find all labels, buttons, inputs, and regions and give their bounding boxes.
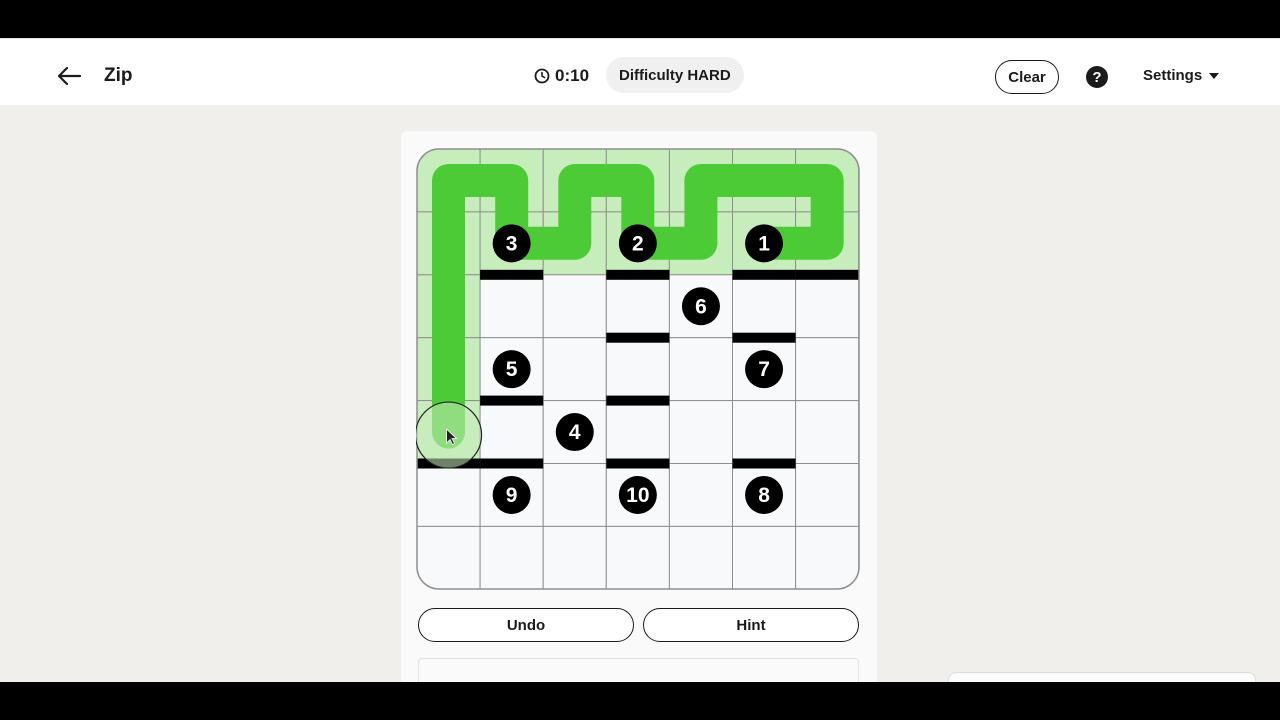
wall-segment bbox=[732, 332, 796, 343]
board-cell[interactable] bbox=[605, 337, 670, 402]
board-cell[interactable] bbox=[795, 400, 859, 465]
board-cell[interactable] bbox=[605, 400, 670, 465]
board-cell[interactable] bbox=[668, 400, 733, 465]
app-title: Zip bbox=[104, 65, 133, 86]
corner-widget bbox=[948, 672, 1256, 682]
board-cell[interactable] bbox=[732, 274, 797, 339]
wall-segment bbox=[606, 395, 670, 406]
timer: 0:10 bbox=[534, 66, 589, 86]
board-cell[interactable] bbox=[542, 525, 607, 589]
number-label: 3 bbox=[506, 232, 518, 255]
board-cell[interactable] bbox=[542, 463, 607, 527]
board-cell[interactable] bbox=[795, 463, 859, 527]
top-letterbox bbox=[0, 0, 1280, 38]
wall-segment bbox=[606, 458, 670, 469]
number-label: 9 bbox=[506, 484, 518, 507]
timer-value: 0:10 bbox=[555, 66, 590, 85]
board-cell[interactable] bbox=[795, 337, 859, 402]
wall-segment bbox=[732, 458, 796, 469]
settings-label: Settings bbox=[1143, 67, 1203, 84]
number-label: 8 bbox=[758, 484, 770, 507]
header-bar: Zip 0:10 Difficulty HARD Clear ? Setting… bbox=[0, 38, 1280, 105]
hint-button[interactable]: Hint bbox=[643, 608, 859, 642]
clock-icon bbox=[534, 68, 550, 84]
help-icon[interactable]: ? bbox=[1086, 66, 1108, 88]
page: Zip 0:10 Difficulty HARD Clear ? Setting… bbox=[0, 38, 1280, 682]
number-label: 5 bbox=[506, 358, 518, 381]
wall-segment bbox=[732, 269, 796, 280]
wall-segment bbox=[606, 332, 670, 343]
difficulty-badge: Difficulty HARD bbox=[606, 57, 744, 93]
board-cell[interactable] bbox=[795, 525, 859, 589]
undo-button[interactable]: Undo bbox=[418, 608, 634, 642]
board-cell[interactable] bbox=[542, 274, 607, 339]
number-label: 6 bbox=[695, 295, 707, 318]
number-label: 4 bbox=[569, 421, 581, 444]
number-label: 10 bbox=[626, 484, 649, 507]
board-cell[interactable] bbox=[732, 400, 797, 465]
board-cell[interactable] bbox=[417, 463, 481, 527]
number-label: 7 bbox=[758, 358, 770, 381]
board-cell[interactable] bbox=[668, 463, 733, 527]
wall-segment bbox=[480, 395, 544, 406]
settings-button[interactable]: Settings bbox=[1143, 67, 1220, 84]
board-cell[interactable] bbox=[732, 525, 797, 589]
puzzle-board[interactable]: 1 2 3 4 5 6 7 8 9 10 bbox=[416, 148, 860, 590]
board-cell[interactable] bbox=[605, 525, 670, 589]
arrow-left-icon bbox=[57, 66, 82, 86]
board-cell[interactable] bbox=[479, 274, 544, 339]
below-board-panel bbox=[418, 658, 859, 682]
number-label: 1 bbox=[758, 232, 770, 255]
board-cell[interactable] bbox=[542, 337, 607, 402]
board-cell[interactable] bbox=[668, 525, 733, 589]
board-cell[interactable] bbox=[479, 400, 544, 465]
wall-segment bbox=[480, 458, 544, 469]
board-cell[interactable] bbox=[668, 337, 733, 402]
board-cell[interactable] bbox=[417, 525, 481, 589]
caret-down-icon bbox=[1209, 72, 1220, 79]
board-cell[interactable] bbox=[605, 274, 670, 339]
board-cell[interactable] bbox=[795, 274, 859, 339]
wall-segment bbox=[480, 269, 544, 280]
bottom-letterbox bbox=[0, 682, 1280, 720]
wall-segment bbox=[606, 269, 670, 280]
back-button[interactable] bbox=[54, 61, 84, 91]
number-label: 2 bbox=[632, 232, 644, 255]
clear-button[interactable]: Clear bbox=[995, 60, 1059, 94]
board-cell[interactable] bbox=[479, 525, 544, 589]
wall-segment bbox=[795, 269, 859, 280]
